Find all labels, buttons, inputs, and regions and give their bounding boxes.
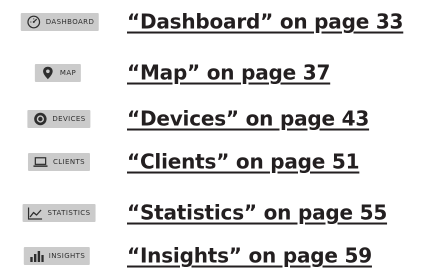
devices-row: DEVICES “Devices” on page 43: [0, 97, 427, 141]
clients-nav-tag: CLIENTS: [27, 153, 91, 171]
devices-tag-label: DEVICES: [52, 115, 86, 123]
insights-row: INSIGHTS “Insights” on page 59: [0, 234, 427, 278]
devices-page-link[interactable]: “Devices” on page 43: [127, 107, 369, 131]
devices-circle-icon: [32, 112, 47, 127]
dashboard-tag-label: DASHBOARD: [45, 18, 95, 26]
clients-page-link[interactable]: “Clients” on page 51: [127, 150, 360, 174]
map-pin-icon: [40, 66, 55, 81]
insights-tag-label: INSIGHTS: [48, 252, 86, 260]
dashboard-nav-tag: DASHBOARD: [20, 13, 100, 31]
statistics-page-link[interactable]: “Statistics” on page 55: [127, 201, 387, 225]
statistics-line-chart-icon: [27, 206, 43, 221]
statistics-tag-label: STATISTICS: [47, 209, 91, 217]
clients-tag-label: CLIENTS: [52, 158, 86, 166]
dashboard-row: DASHBOARD “Dashboard” on page 33: [0, 0, 427, 44]
clients-row: CLIENTS “Clients” on page 51: [0, 140, 427, 184]
insights-nav-tag: INSIGHTS: [23, 247, 91, 265]
dashboard-page-link[interactable]: “Dashboard” on page 33: [127, 10, 403, 34]
map-nav-tag: MAP: [34, 64, 82, 82]
map-row: MAP “Map” on page 37: [0, 51, 427, 95]
insights-bar-chart-icon: [29, 249, 44, 264]
insights-page-link[interactable]: “Insights” on page 59: [127, 244, 372, 268]
statistics-nav-tag: STATISTICS: [22, 204, 96, 222]
map-page-link[interactable]: “Map” on page 37: [127, 61, 330, 85]
statistics-row: STATISTICS “Statistics” on page 55: [0, 191, 427, 235]
map-tag-label: MAP: [59, 69, 77, 77]
devices-nav-tag: DEVICES: [27, 110, 91, 128]
dashboard-gauge-icon: [26, 15, 41, 30]
clients-laptop-icon: [33, 155, 48, 170]
